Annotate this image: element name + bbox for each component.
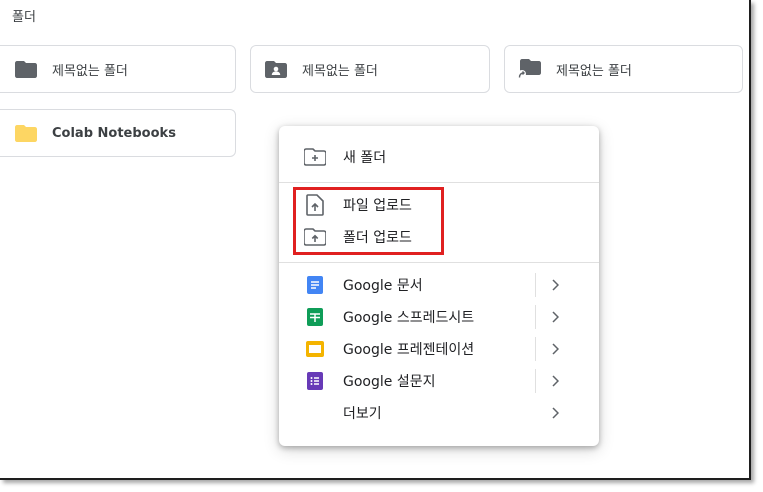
menu-item-more[interactable]: 더보기: [279, 397, 599, 429]
shared-folder-icon: [264, 57, 288, 81]
menu-item-separator: [535, 369, 536, 393]
new-folder-icon: [303, 145, 327, 169]
menu-divider: [279, 262, 599, 263]
folder-shortcut-icon: [518, 57, 542, 81]
folder-yellow-icon: [14, 121, 38, 145]
chevron-right-icon[interactable]: [547, 405, 563, 421]
google-sheets-icon: [303, 305, 327, 329]
menu-item-label: Google 문서: [343, 278, 423, 294]
menu-item-label: Google 프레젠테이션: [343, 342, 475, 358]
drive-window: 폴더 제목없는 폴더 제목없는 폴더 제목없는 폴더 Colab Noteboo…: [0, 0, 751, 480]
google-docs-icon: [303, 273, 327, 297]
menu-item-label: Google 설문지: [343, 374, 436, 390]
menu-item-separator: [535, 337, 536, 361]
folder-name: 제목없는 폴더: [302, 63, 378, 79]
google-forms-icon: [303, 369, 327, 393]
folder-card-untitled-2[interactable]: 제목없는 폴더: [250, 45, 490, 93]
menu-item-google-sheets[interactable]: Google 스프레드시트: [279, 301, 599, 333]
folder-name: 제목없는 폴더: [556, 63, 632, 79]
google-slides-icon: [303, 337, 327, 361]
folder-card-untitled-3[interactable]: 제목없는 폴더: [504, 45, 743, 93]
menu-item-google-docs[interactable]: Google 문서: [279, 269, 599, 301]
menu-item-google-forms[interactable]: Google 설문지: [279, 365, 599, 397]
menu-item-label: 더보기: [343, 406, 382, 422]
folder-card-colab-notebooks[interactable]: Colab Notebooks: [0, 109, 236, 157]
folder-name: 제목없는 폴더: [52, 63, 128, 79]
menu-item-label: Google 스프레드시트: [343, 310, 475, 326]
menu-item-separator: [535, 305, 536, 329]
folder-name: Colab Notebooks: [52, 125, 176, 141]
menu-divider: [279, 182, 599, 183]
chevron-right-icon[interactable]: [547, 277, 563, 293]
chevron-right-icon[interactable]: [547, 341, 563, 357]
new-item-menu: 새 폴더 파일 업로드 폴더 업로드 Google 문서 Google 스프레드…: [279, 126, 599, 446]
menu-item-separator: [535, 273, 536, 297]
upload-highlight-box: [293, 187, 444, 255]
menu-item-google-slides[interactable]: Google 프레젠테이션: [279, 333, 599, 365]
menu-item-new-folder[interactable]: 새 폴더: [279, 141, 599, 173]
menu-item-label: 새 폴더: [343, 150, 387, 166]
section-title: 폴더: [12, 10, 36, 25]
folder-icon: [14, 57, 38, 81]
chevron-right-icon[interactable]: [547, 309, 563, 325]
chevron-right-icon[interactable]: [547, 373, 563, 389]
folder-card-untitled-1[interactable]: 제목없는 폴더: [0, 45, 236, 93]
